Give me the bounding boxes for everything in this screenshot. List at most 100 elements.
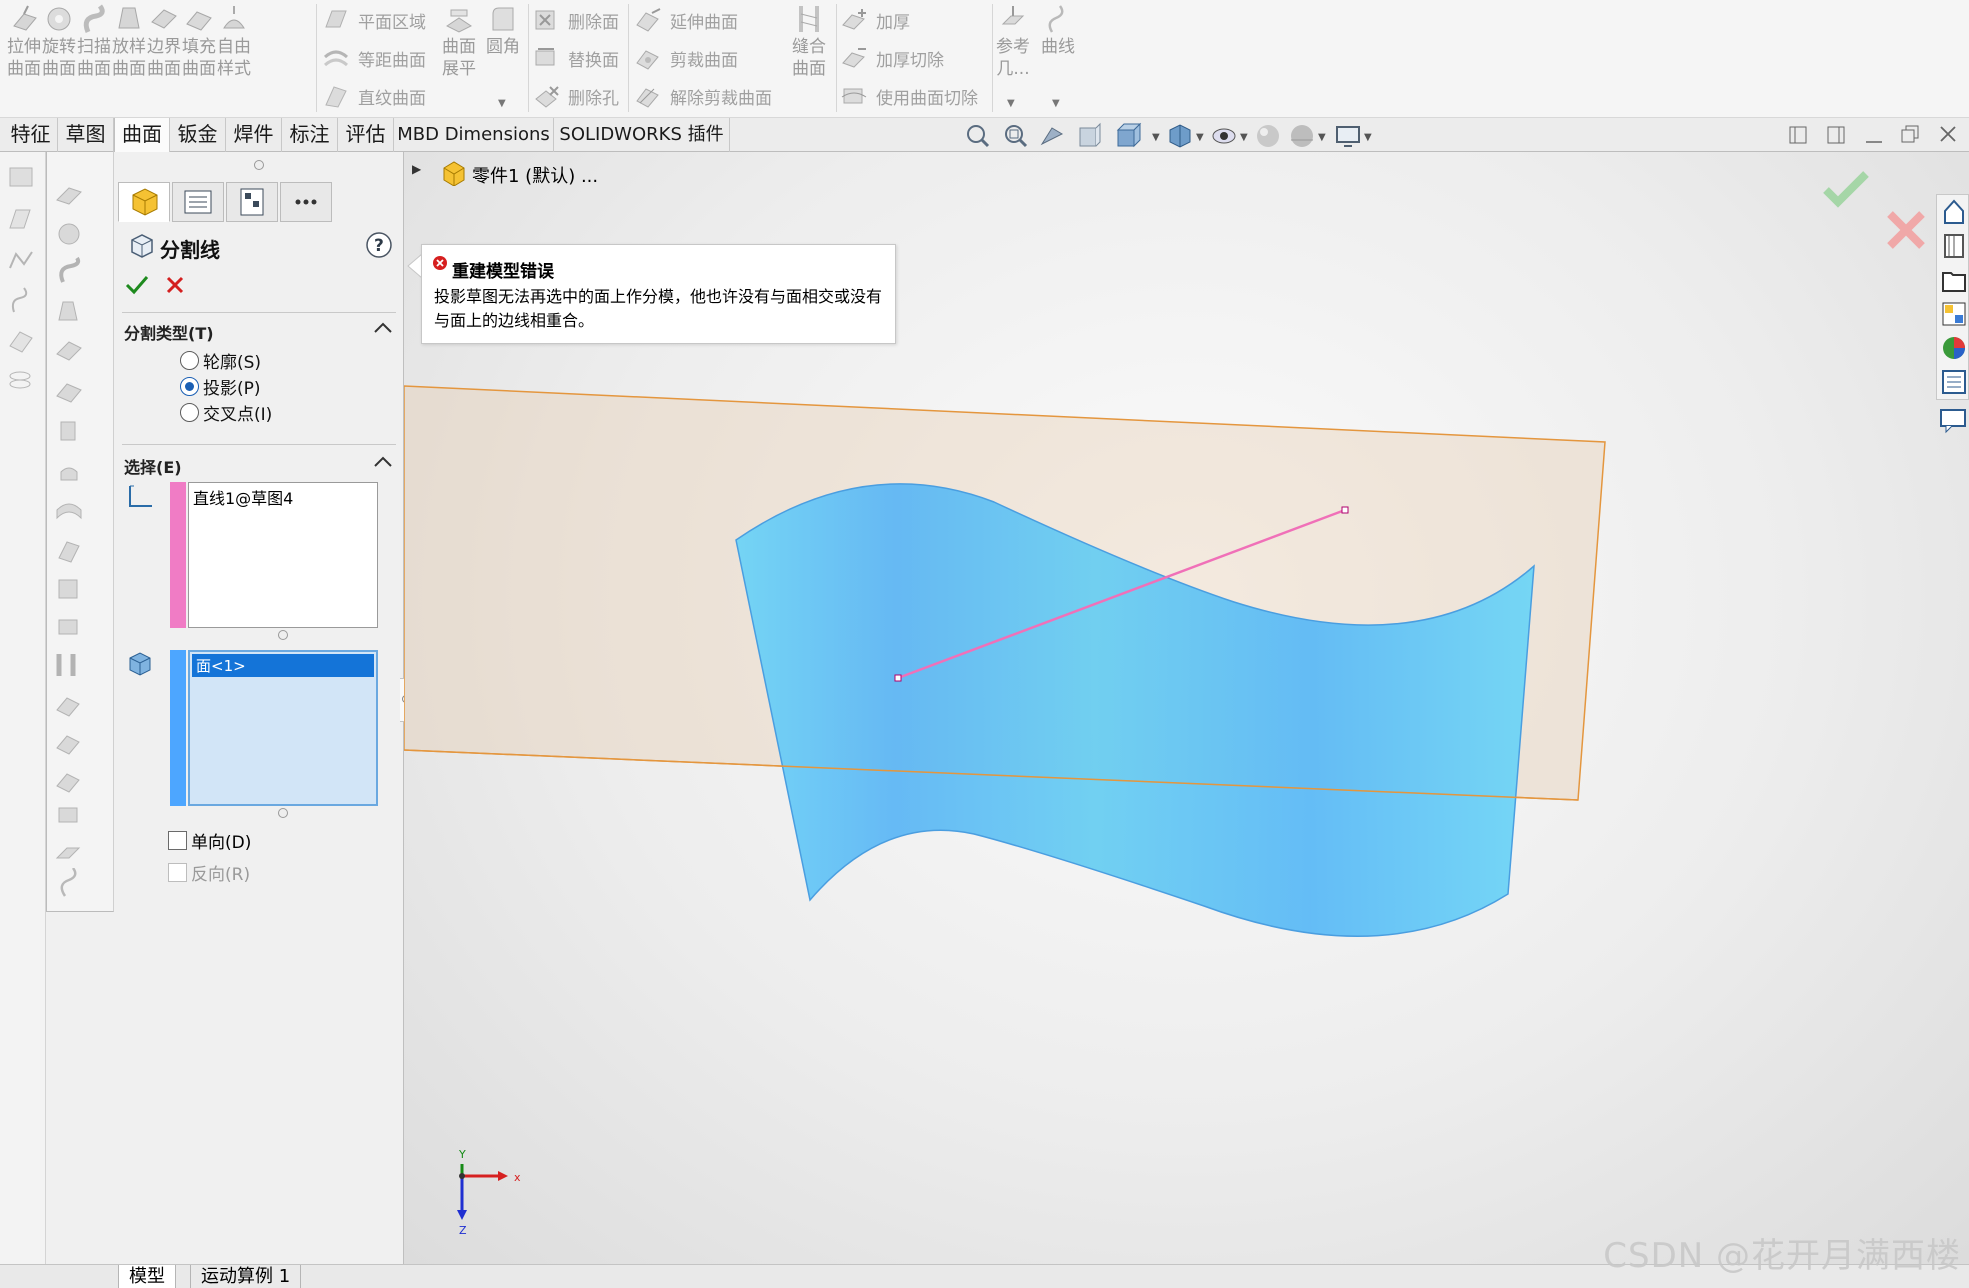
- extend-surface-button[interactable]: 延伸曲面: [634, 3, 738, 37]
- fill-surface-button[interactable]: 填充 曲面: [181, 4, 217, 80]
- reverse-direction-checkbox[interactable]: 反向(R): [168, 860, 250, 885]
- thicken-button[interactable]: 加厚: [840, 3, 910, 37]
- fill-surface-icon[interactable]: [56, 383, 82, 403]
- apply-scene-caret[interactable]: ▼: [1318, 132, 1326, 143]
- extrude-surface-icon[interactable]: [56, 187, 82, 205]
- tab-sketch[interactable]: 草图: [58, 118, 114, 152]
- file-explorer-icon[interactable]: [1942, 272, 1966, 292]
- curves-button[interactable]: 曲线: [1036, 4, 1080, 58]
- tile-right-icon[interactable]: [1827, 126, 1845, 144]
- tab-markup[interactable]: 标注: [282, 118, 338, 152]
- collapse-chevron-icon[interactable]: [372, 454, 394, 470]
- tile-left-icon[interactable]: [1789, 126, 1807, 144]
- extrude-surface-button[interactable]: 拉伸 曲面: [6, 4, 42, 80]
- replace-face-icon[interactable]: [58, 619, 78, 635]
- tree-expand-arrow[interactable]: ▶: [412, 162, 421, 176]
- view-settings-caret[interactable]: ▼: [1364, 132, 1372, 143]
- thickened-cut-button[interactable]: 加厚切除: [840, 41, 944, 75]
- tab-mbd-dimensions[interactable]: MBD Dimensions: [394, 118, 554, 152]
- delete-face-button[interactable]: 删除面: [532, 3, 619, 37]
- tab-sheet-metal[interactable]: 钣金: [170, 118, 226, 152]
- extend-surface-icon[interactable]: [56, 697, 80, 717]
- knit-surface-icon[interactable]: [56, 654, 76, 676]
- tab-model[interactable]: 模型: [118, 1265, 176, 1288]
- cancel-x-icon[interactable]: [164, 274, 186, 296]
- revolve-surface-icon[interactable]: [58, 223, 80, 245]
- zoom-to-area-icon[interactable]: [1005, 125, 1028, 148]
- knit-surface-button[interactable]: 缝合 曲面: [786, 4, 832, 80]
- tab-surfaces[interactable]: 曲面: [114, 118, 170, 153]
- checkbox-box[interactable]: [168, 831, 187, 850]
- untrim-surface-button[interactable]: 解除剪裁曲面: [634, 79, 772, 113]
- tab-features[interactable]: 特征: [4, 118, 58, 152]
- edit-appearance-icon[interactable]: [1257, 125, 1279, 147]
- ruled-surface-button[interactable]: 直纹曲面: [322, 79, 426, 113]
- home-icon[interactable]: [1944, 199, 1964, 224]
- tab-feature-manager[interactable]: [118, 182, 170, 222]
- sketch-selection-list[interactable]: 直线1@草图4: [188, 482, 378, 628]
- custom-properties-icon[interactable]: [1942, 370, 1966, 394]
- flatten-surface-button[interactable]: 曲面 展平: [436, 4, 482, 80]
- sketch-endpoint[interactable]: [1341, 506, 1349, 514]
- radio-button[interactable]: [180, 403, 199, 422]
- ruled-surface-icon[interactable]: [58, 541, 80, 563]
- freeform-icon[interactable]: [60, 421, 76, 441]
- tab-evaluate[interactable]: 评估: [338, 118, 394, 152]
- tab-more[interactable]: [280, 182, 332, 222]
- pm-splitter-handle[interactable]: [254, 160, 264, 170]
- display-style-icon[interactable]: [1169, 124, 1191, 148]
- ok-check-icon[interactable]: [124, 272, 150, 298]
- section-view-icon[interactable]: [1079, 122, 1101, 147]
- loft-surface-icon[interactable]: [58, 301, 78, 321]
- trim-surface-button[interactable]: 剪裁曲面: [634, 41, 738, 75]
- radio-button[interactable]: [180, 351, 199, 370]
- split-type-option[interactable]: 轮廓(S): [180, 348, 261, 373]
- hide-show-items-icon[interactable]: [1212, 128, 1236, 144]
- delete-hole-button[interactable]: 删除孔: [532, 79, 619, 113]
- cut-with-surface-button[interactable]: 使用曲面切除: [840, 79, 978, 113]
- fillet-dropdown-caret[interactable]: ▼: [498, 98, 506, 109]
- untrim-surface-icon[interactable]: [56, 773, 80, 793]
- replace-face-button[interactable]: 替换面: [532, 41, 619, 75]
- zoom-to-fit-icon[interactable]: [967, 125, 990, 148]
- surface-tool-icon[interactable]: [9, 167, 33, 187]
- sketch-curve-icon[interactable]: [9, 251, 33, 269]
- thicken-icon[interactable]: [58, 807, 78, 823]
- reference-geometry-button[interactable]: 参考 几...: [990, 4, 1036, 80]
- face-selection-list[interactable]: 面<1>: [188, 650, 378, 806]
- curves-command-icon[interactable]: [47, 868, 115, 898]
- radio-button[interactable]: [180, 377, 199, 396]
- sweep-surface-button[interactable]: 扫描 曲面: [76, 4, 112, 80]
- view-orientation-icon[interactable]: [1116, 122, 1142, 148]
- tab-motion-study-1[interactable]: 运动算例 1: [190, 1265, 302, 1288]
- checkbox-box[interactable]: [168, 863, 187, 882]
- reference-geometry-icon[interactable]: [55, 847, 81, 859]
- split-type-section-header[interactable]: 分割类型(T): [124, 320, 214, 344]
- loft-surface-button[interactable]: 放样 曲面: [111, 4, 147, 80]
- offset-surface-button[interactable]: 等距曲面: [322, 41, 426, 75]
- surface-tool-icon[interactable]: [9, 209, 31, 229]
- help-icon[interactable]: ?: [364, 230, 394, 260]
- single-direction-checkbox[interactable]: 单向(D): [168, 828, 251, 853]
- tab-solidworks-addins[interactable]: SOLIDWORKS 插件: [554, 118, 730, 152]
- design-library-icon[interactable]: [1944, 234, 1964, 258]
- reference-dropdown-caret[interactable]: ▼: [1007, 98, 1015, 109]
- apply-scene-icon[interactable]: [1291, 125, 1313, 147]
- coil-icon[interactable]: [9, 371, 31, 389]
- curves-dropdown-caret[interactable]: ▼: [1052, 98, 1060, 109]
- confirm-ok-icon[interactable]: [1822, 168, 1872, 208]
- restore-icon[interactable]: [1901, 125, 1919, 143]
- planar-surface-icon[interactable]: [60, 467, 78, 481]
- view-palette-icon[interactable]: [1942, 302, 1966, 326]
- delete-face-icon[interactable]: [58, 579, 78, 599]
- split-type-option[interactable]: 投影(P): [180, 374, 261, 399]
- tree-root-label[interactable]: 零件1 (默认) ...: [472, 162, 598, 188]
- list-resize-handle[interactable]: [278, 808, 288, 818]
- sketch-endpoint[interactable]: [894, 674, 902, 682]
- planar-surface-button[interactable]: 平面区域: [322, 3, 426, 37]
- tab-configuration-manager[interactable]: [226, 182, 278, 222]
- view-settings-icon[interactable]: [1336, 126, 1360, 147]
- revolve-surface-button[interactable]: 旋转 曲面: [41, 4, 77, 80]
- list-resize-handle[interactable]: [278, 630, 288, 640]
- boundary-surface-icon[interactable]: [56, 341, 82, 361]
